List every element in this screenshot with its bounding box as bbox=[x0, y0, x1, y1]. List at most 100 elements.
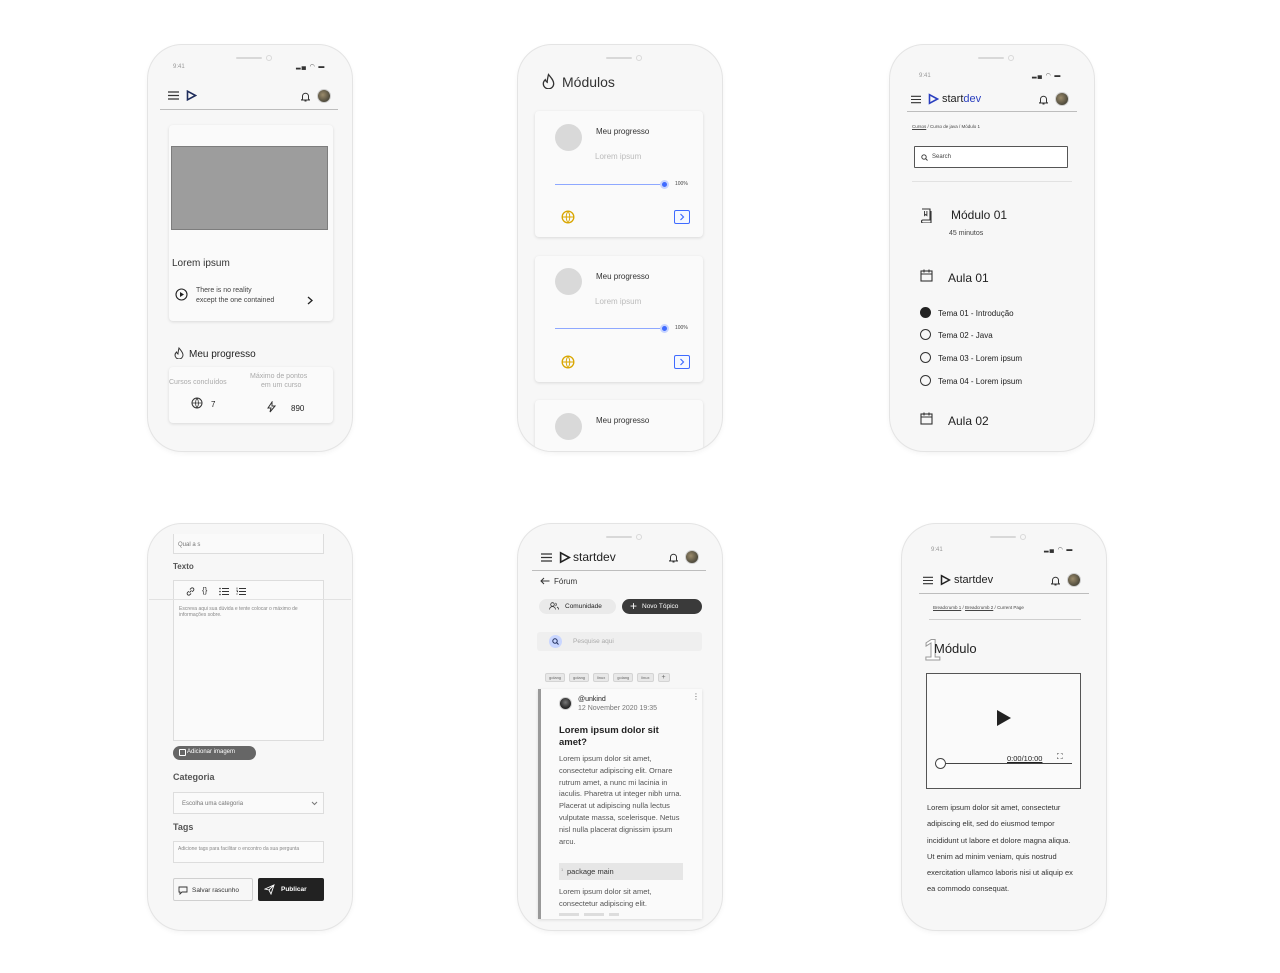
post-card[interactable]: @unkind 12 November 2020 19:35 ⋮ Lorem i… bbox=[538, 689, 702, 919]
tag-chip[interactable]: linux bbox=[593, 673, 610, 682]
breadcrumb-link-1[interactable]: Breadcrumb 1 bbox=[933, 605, 961, 610]
module-card-1[interactable]: Meu progresso Lorem ipsum 100% bbox=[535, 111, 703, 237]
module-card-subtitle: Lorem ipsum bbox=[595, 152, 642, 161]
menu-icon[interactable] bbox=[911, 95, 921, 104]
post-body-2: Lorem ipsum dolor sit amet, consectetur … bbox=[559, 887, 652, 908]
tag-chip[interactable]: golang bbox=[545, 673, 566, 682]
phone-home: 9:41 ▂▄ ◠ ▬ Lorem ipsum There is no real… bbox=[148, 45, 352, 451]
link-icon[interactable] bbox=[186, 587, 195, 596]
publish-button[interactable]: Publicar bbox=[258, 878, 324, 901]
code-icon[interactable]: {} bbox=[202, 586, 207, 595]
video-player[interactable]: 0:00/10:00 ⛶ bbox=[926, 673, 1081, 789]
menu-icon[interactable] bbox=[168, 91, 179, 100]
lesson-2-title[interactable]: Aula 02 bbox=[948, 414, 989, 428]
forum-search[interactable]: Pesquise aqui bbox=[537, 632, 702, 651]
module-progress-knob[interactable] bbox=[660, 180, 669, 189]
logo-play-icon[interactable] bbox=[186, 90, 197, 101]
community-button[interactable]: Comunidade bbox=[539, 599, 616, 614]
add-image-button[interactable]: Adicionar imagem bbox=[173, 746, 256, 760]
breadcrumb-link-2[interactable]: Breadcrumb 2 bbox=[965, 605, 993, 610]
new-topic-button[interactable]: + Novo Tópico bbox=[622, 599, 702, 614]
header-divider bbox=[532, 570, 706, 571]
save-draft-button[interactable]: Salvar rascunho bbox=[173, 878, 253, 901]
topic-item[interactable]: Tema 02 - Java bbox=[920, 329, 1070, 341]
bell-icon[interactable] bbox=[1051, 576, 1060, 586]
module-card-avatar bbox=[555, 124, 582, 151]
topic-item[interactable]: Tema 04 - Lorem ipsum bbox=[920, 375, 1070, 387]
next-button[interactable] bbox=[674, 355, 690, 369]
avatar[interactable] bbox=[1055, 92, 1069, 106]
brand-logo[interactable]: startdev bbox=[573, 550, 616, 564]
add-tag-icon[interactable]: + bbox=[657, 673, 670, 682]
tags-input[interactable]: Adicione tags para facilitar o encontro … bbox=[173, 841, 324, 863]
post-title[interactable]: Lorem ipsum dolor sit amet? bbox=[559, 725, 679, 749]
max-points-value: 890 bbox=[291, 404, 305, 413]
tags-input-placeholder: Adicione tags para facilitar o encontro … bbox=[178, 846, 300, 852]
module-card-2[interactable]: Meu progresso Lorem ipsum 100% bbox=[535, 256, 703, 382]
back-label[interactable]: Fórum bbox=[554, 577, 577, 586]
more-options-icon[interactable]: ⋮ bbox=[692, 692, 700, 701]
module-card-3[interactable]: Meu progresso bbox=[535, 400, 703, 451]
users-icon bbox=[549, 602, 559, 610]
status-time: 9:41 bbox=[173, 64, 185, 70]
post-author[interactable]: @unkind bbox=[578, 696, 606, 703]
lesson-1-title[interactable]: Aula 01 bbox=[948, 271, 989, 285]
tag-chip[interactable]: linux bbox=[637, 673, 654, 682]
next-button[interactable] bbox=[674, 210, 690, 224]
module-card-title: Meu progresso bbox=[596, 272, 650, 281]
header-divider bbox=[160, 109, 338, 110]
menu-icon[interactable] bbox=[923, 576, 933, 585]
brand-logo[interactable]: startdev bbox=[942, 93, 981, 105]
module-progress-percent: 100% bbox=[675, 181, 688, 187]
menu-icon[interactable] bbox=[541, 553, 552, 562]
post-author-avatar[interactable] bbox=[559, 697, 572, 710]
forum-search-input[interactable]: Pesquise aqui bbox=[573, 638, 614, 645]
video-progress-knob[interactable] bbox=[935, 758, 946, 769]
text-label: Texto bbox=[173, 562, 194, 571]
topic-radio[interactable] bbox=[920, 329, 931, 340]
category-label: Categoria bbox=[173, 772, 215, 782]
topic-radio[interactable] bbox=[920, 375, 931, 386]
question-input-value: Qual a s bbox=[178, 542, 201, 548]
fullscreen-icon[interactable]: ⛶ bbox=[1057, 752, 1063, 762]
breadcrumb-link[interactable]: Cursos bbox=[912, 124, 926, 129]
brand-logo[interactable]: startdev bbox=[954, 574, 993, 586]
editor-placeholder[interactable]: Escreva aqui sua dúvida e tente colocar … bbox=[179, 606, 314, 618]
video-progress-track[interactable] bbox=[941, 763, 1072, 764]
avatar[interactable] bbox=[1067, 573, 1081, 587]
module-progress-track bbox=[555, 328, 665, 329]
bell-icon[interactable] bbox=[669, 553, 678, 563]
add-image-label: Adicionar imagem bbox=[187, 749, 236, 755]
editor-toolbar-divider bbox=[149, 599, 351, 600]
avatar[interactable] bbox=[685, 550, 699, 564]
editor-box[interactable]: {} Escreva aqui sua dúvida e tente coloc… bbox=[149, 580, 351, 741]
bell-icon[interactable] bbox=[1039, 95, 1048, 105]
status-icons: ▂▄ ◠ ▬ bbox=[1044, 547, 1074, 553]
course-item-line1: There is no reality bbox=[196, 287, 252, 294]
course-card[interactable]: Lorem ipsum There is no reality except t… bbox=[169, 125, 333, 321]
search-box[interactable]: Search bbox=[914, 146, 1068, 168]
topic-item[interactable]: Tema 01 - Introdução bbox=[920, 307, 1070, 319]
tag-chip[interactable]: golang bbox=[569, 673, 590, 682]
courses-done-value: 7 bbox=[211, 400, 216, 409]
question-input[interactable]: Qual a s bbox=[173, 534, 324, 554]
topic-radio[interactable] bbox=[920, 352, 931, 363]
topic-item[interactable]: Tema 03 - Lorem ipsum bbox=[920, 352, 1070, 364]
avatar[interactable] bbox=[317, 89, 331, 103]
list-icon[interactable] bbox=[219, 587, 229, 596]
tag-chip[interactable]: golang bbox=[613, 673, 634, 682]
play-icon[interactable] bbox=[996, 709, 1012, 727]
topic-radio-checked[interactable] bbox=[920, 307, 931, 318]
category-select[interactable]: Escolha uma categoria bbox=[173, 792, 324, 814]
bell-icon[interactable] bbox=[301, 92, 310, 102]
brand-dev: dev bbox=[975, 574, 994, 586]
breadcrumb: Cursos / Curso de java / Módulo 1 bbox=[912, 124, 980, 129]
chevron-right-icon[interactable] bbox=[307, 296, 313, 305]
search-input[interactable]: Search bbox=[932, 154, 951, 160]
status-time: 9:41 bbox=[919, 73, 931, 79]
ordered-list-icon[interactable] bbox=[236, 587, 246, 596]
arrow-left-icon[interactable] bbox=[540, 577, 550, 585]
chat-icon bbox=[178, 886, 188, 895]
globe-icon bbox=[561, 355, 575, 369]
module-progress-knob[interactable] bbox=[660, 324, 669, 333]
